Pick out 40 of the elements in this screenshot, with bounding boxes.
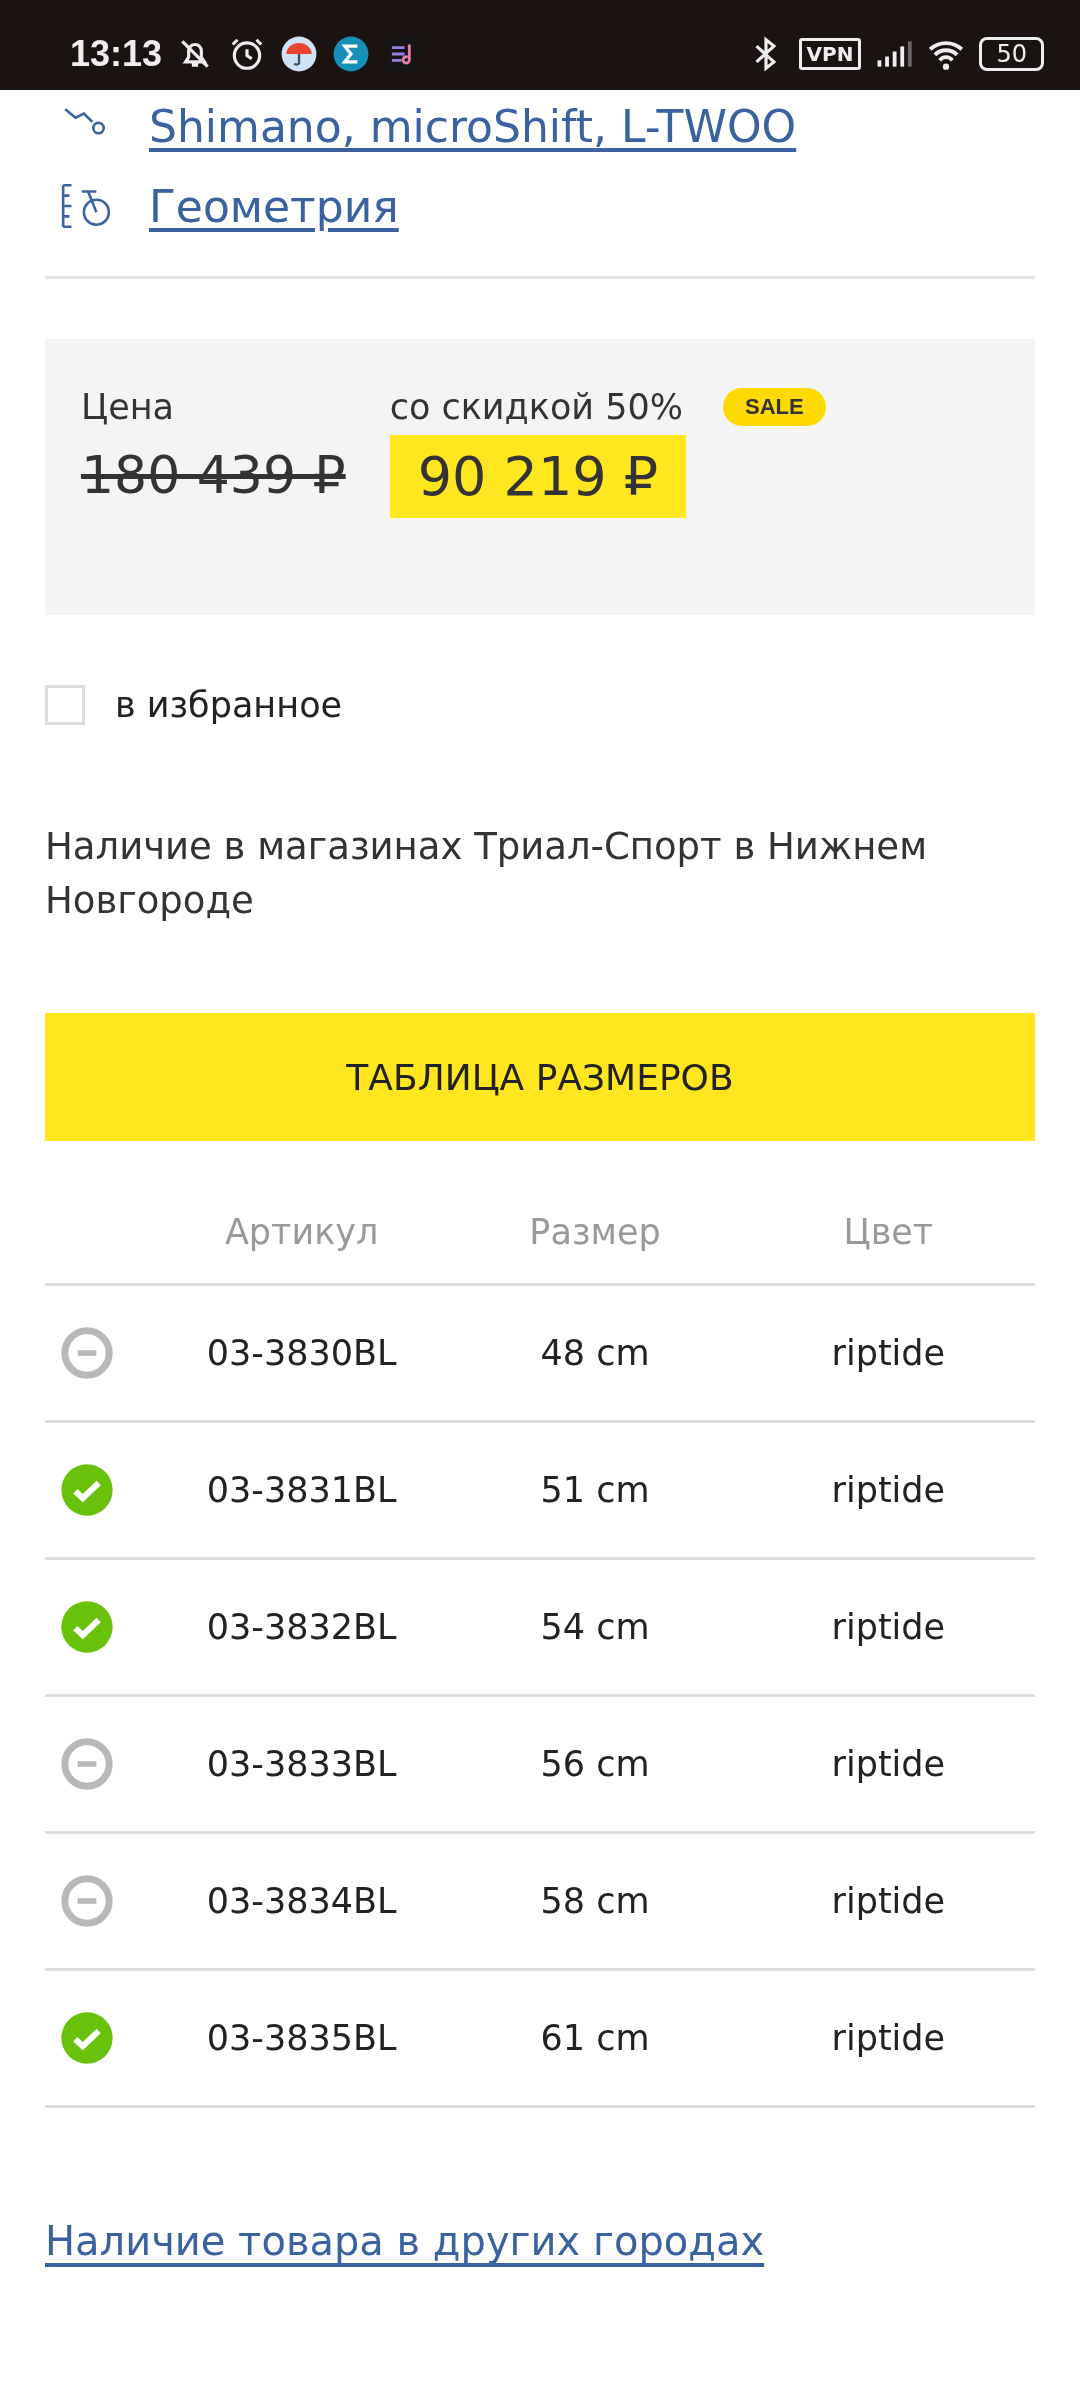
- column-header: Артикул: [224, 1212, 379, 1252]
- table-cell: 48 cm: [540, 1333, 650, 1373]
- discount-label: со скидкой 50%: [389, 387, 683, 427]
- column-header: Цвет: [843, 1212, 934, 1252]
- table-cell: 03-3835BL: [206, 2018, 397, 2058]
- table-cell: 03-3830BL: [206, 1333, 397, 1373]
- sigma-app-icon: [332, 35, 371, 73]
- table-cell: 58 cm: [540, 1881, 650, 1921]
- table-cell: 54 cm: [540, 1607, 650, 1647]
- table-cell: riptide: [831, 1607, 946, 1647]
- table-cell: 03-3833BL: [206, 1744, 397, 1784]
- table-cell: riptide: [831, 1470, 946, 1510]
- table-cell: riptide: [831, 1744, 946, 1784]
- old-price: 180 439 ₽: [81, 444, 346, 505]
- table-cell: 03-3832BL: [206, 1607, 397, 1647]
- price-label: Цена: [81, 387, 176, 427]
- battery-indicator: 50: [979, 37, 1044, 71]
- spec-link[interactable]: Геометрия: [149, 180, 399, 232]
- size-table-button[interactable]: ТАБЛИЦА РАЗМЕРОВ: [45, 1013, 1035, 1141]
- table-cell: riptide: [831, 1881, 946, 1921]
- column-header: Размер: [529, 1212, 661, 1252]
- table-cell: 03-3831BL: [206, 1470, 397, 1510]
- table-cell: riptide: [831, 2018, 946, 2058]
- favorite-checkbox[interactable]: [45, 685, 85, 725]
- table-cell: riptide: [831, 1333, 946, 1373]
- vpn-indicator: VPN: [798, 38, 862, 70]
- table-cell: 56 cm: [540, 1744, 650, 1784]
- table-cell: 03-3834BL: [206, 1881, 397, 1921]
- table-cell: 51 cm: [540, 1470, 650, 1510]
- other-cities-link[interactable]: Наличие товара в других городах: [45, 2218, 765, 2264]
- availability-heading: Наличие в магазинах Триал-Спорт в Нижнем Новгороде: [45, 824, 929, 924]
- ruler-bike-icon: [59, 181, 113, 231]
- umbrella-app-icon: [280, 35, 319, 73]
- music-app-icon: [384, 35, 423, 73]
- favorite-label[interactable]: в избранное: [115, 685, 343, 725]
- sale-price: 90 219 ₽: [389, 435, 687, 518]
- table-cell: 61 cm: [540, 2018, 650, 2058]
- spec-link[interactable]: Shimano, microShift, L-TWOO: [149, 100, 797, 152]
- sale-badge: SALE: [723, 388, 826, 426]
- clock: 13:13: [70, 33, 163, 75]
